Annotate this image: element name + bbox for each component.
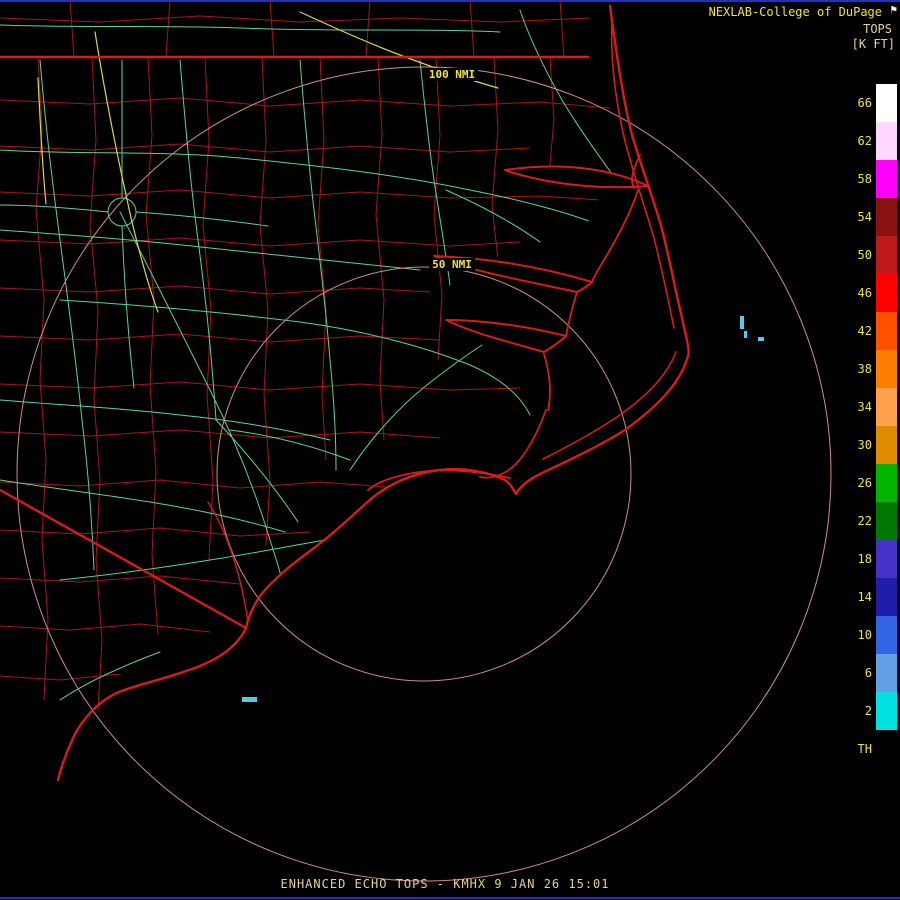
legend-color-swatch <box>876 616 897 654</box>
range-ring-label-100nmi: 100 NMI <box>425 68 479 81</box>
legend-row: 62 <box>846 122 897 160</box>
coastline <box>0 4 690 782</box>
legend-value-label: 62 <box>857 134 872 148</box>
legend-row: 14 <box>846 578 897 616</box>
legend-row: 10 <box>846 616 897 654</box>
legend-row: 18 <box>846 540 897 578</box>
legend-title: TOPS <box>863 22 892 36</box>
legend-value-label: 58 <box>857 172 872 186</box>
legend-color-swatch <box>876 312 897 350</box>
legend-value-label: 46 <box>857 286 872 300</box>
legend-row: 46 <box>846 274 897 312</box>
echo-cell <box>758 337 764 341</box>
legend-row: 26 <box>846 464 897 502</box>
legend-color-swatch <box>876 578 897 616</box>
legend-row: 54 <box>846 198 897 236</box>
range-ring-label-50nmi: 50 NMI <box>429 258 475 271</box>
legend-row: 22 <box>846 502 897 540</box>
legend-value-label: 54 <box>857 210 872 224</box>
legend-color-swatch <box>876 692 897 730</box>
legend-row: 34 <box>846 388 897 426</box>
legend-value-label: 38 <box>857 362 872 376</box>
county-borders <box>0 0 611 711</box>
legend-color-swatch <box>876 160 897 198</box>
legend-items: 66 62 58 54 50 46 42 38 34 30 26 22 18 14 10 6 2 TH <box>846 84 897 768</box>
legend-color-swatch <box>876 654 897 692</box>
legend-color-swatch <box>876 84 897 122</box>
legend-value-label: 42 <box>857 324 872 338</box>
legend-value-label: 14 <box>857 590 872 604</box>
legend-color-swatch <box>876 388 897 426</box>
legend-row: 38 <box>846 350 897 388</box>
legend-color-swatch <box>876 198 897 236</box>
legend-value-label: 2 <box>864 704 872 718</box>
legend-color-swatch <box>876 464 897 502</box>
ocean-coast <box>56 4 690 782</box>
legend-value-label: 26 <box>857 476 872 490</box>
legend-color-swatch <box>876 502 897 540</box>
outer-banks-soundside <box>542 19 677 460</box>
albemarle-sound <box>504 165 649 189</box>
echo-cell <box>744 331 747 338</box>
product-caption: ENHANCED ECHO TOPS - KMHX 9 JAN 26 15:01 <box>280 877 610 891</box>
legend-color-swatch <box>876 350 897 388</box>
legend-row: 30 <box>846 426 897 464</box>
neuse-river <box>445 319 567 353</box>
color-scale-legend: 66 62 58 54 50 46 42 38 34 30 26 22 18 14 10 6 2 TH <box>846 84 897 768</box>
legend-color-swatch <box>876 122 897 160</box>
frame-line-bottom <box>0 897 900 899</box>
legend-color-swatch <box>876 426 897 464</box>
sound-mainland-shore <box>367 154 641 491</box>
echo-cell <box>740 316 744 329</box>
legend-row: 42 <box>846 312 897 350</box>
legend-row: 50 <box>846 236 897 274</box>
road-network <box>0 9 616 701</box>
legend-row: 6 <box>846 654 897 692</box>
legend-row: TH <box>846 730 897 768</box>
storm-echoes <box>242 316 764 702</box>
legend-row: 2 <box>846 692 897 730</box>
legend-value-label: 34 <box>857 400 872 414</box>
legend-row: 58 <box>846 160 897 198</box>
legend-color-swatch <box>876 730 897 768</box>
attribution-text: NEXLAB-College of DuPage <box>708 5 882 19</box>
legend-color-swatch <box>876 236 897 274</box>
radar-map <box>0 0 832 882</box>
legend-color-swatch <box>876 274 897 312</box>
legend-row: 66 <box>846 84 897 122</box>
legend-value-label: 66 <box>857 96 872 110</box>
legend-value-label: TH <box>857 742 872 756</box>
legend-value-label: 18 <box>857 552 872 566</box>
legend-value-label: 6 <box>864 666 872 680</box>
legend-units: [K FT] <box>851 37 895 51</box>
cod-logo-icon: ⚑ <box>890 3 897 16</box>
echo-cell <box>242 697 257 702</box>
legend-value-label: 50 <box>857 248 872 262</box>
legend-value-label: 22 <box>857 514 872 528</box>
legend-value-label: 10 <box>857 628 872 642</box>
legend-value-label: 30 <box>857 438 872 452</box>
legend-color-swatch <box>876 540 897 578</box>
